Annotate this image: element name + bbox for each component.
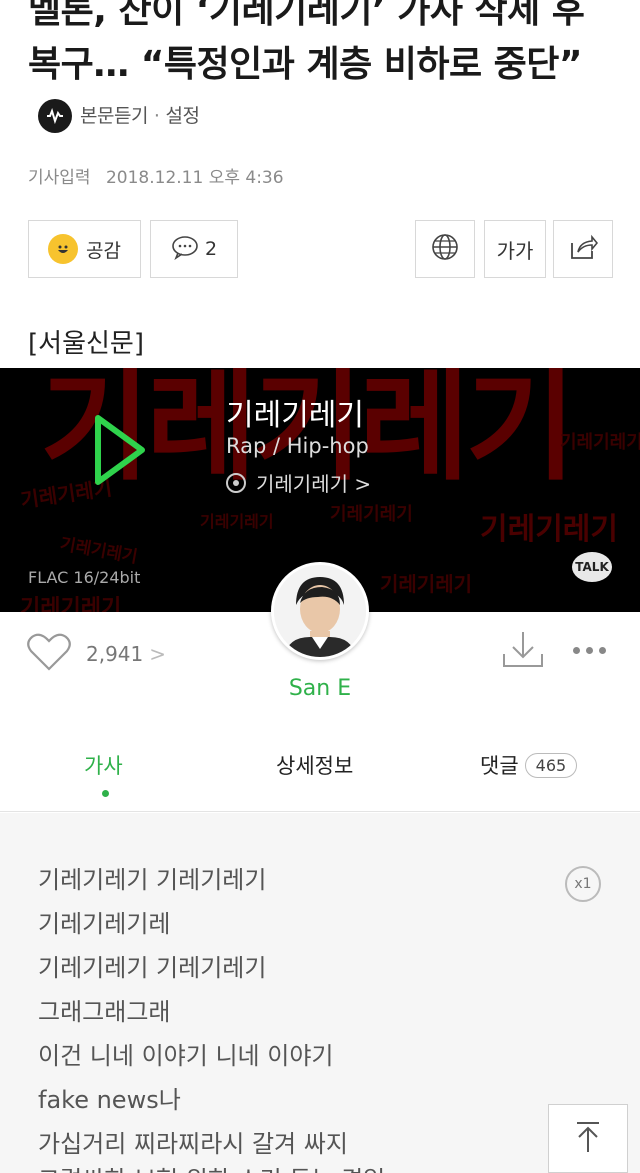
artist-avatar[interactable] <box>271 562 369 660</box>
like-count: 2,941 > <box>86 642 166 666</box>
artist-name[interactable]: San E <box>0 676 640 701</box>
article-source: [서울신문] <box>28 329 144 359</box>
lyrics-repeat-badge[interactable]: x1 <box>565 866 601 902</box>
active-tab-indicator <box>102 790 109 797</box>
lyric-line: 기레기레기레 <box>38 910 171 938</box>
lyric-line: 이건 니네 이야기 니네 이야기 <box>38 1042 334 1070</box>
like-button[interactable]: 공감 <box>28 220 141 278</box>
lyric-line: fake news나 <box>38 1086 181 1114</box>
talk-label: TALK <box>575 560 609 574</box>
kakao-talk-share-button[interactable]: TALK <box>572 552 612 582</box>
font-size-label: 가가 <box>496 238 534 263</box>
speech-bubble-icon <box>171 234 199 265</box>
share-icon <box>568 233 599 266</box>
like-count-chevron: > <box>149 642 167 666</box>
play-button[interactable] <box>92 412 148 492</box>
globe-icon <box>430 232 460 267</box>
article-headline: 멜론, 산이 ‘기레기레기’ 가사 삭제 후 복구… “특정인과 계층 비하로 … <box>28 0 628 146</box>
tab-comments[interactable]: 댓글 465 <box>480 750 578 780</box>
settings-link[interactable]: 설정 <box>165 101 199 131</box>
song-like[interactable]: 2,941 > <box>26 632 166 676</box>
album-disc-icon <box>226 472 246 493</box>
song-title: 기레기레기 <box>226 398 364 433</box>
banner-bg-word: 기레기레기 <box>20 596 122 612</box>
heart-icon[interactable] <box>26 632 72 676</box>
banner-bg-word: 기레기레기 <box>330 504 413 525</box>
globe-button[interactable] <box>415 220 475 278</box>
lyric-line: 가십거리 찌라찌라시 갈겨 싸지 <box>38 1130 348 1158</box>
album-link[interactable]: 기레기레기 > <box>226 468 371 497</box>
tab-detail-label: 상세정보 <box>276 754 354 778</box>
song-tabs: 가사 상세정보 댓글 465 <box>0 742 640 812</box>
article-date: 기사입력 2018.12.11 오후 4:36 <box>28 163 284 188</box>
banner-bg-word: 기레기레기 <box>58 534 139 568</box>
date-label: 기사입력 <box>28 168 91 188</box>
more-options-icon[interactable] <box>573 647 606 654</box>
listen-audio-icon[interactable] <box>38 99 72 133</box>
scroll-to-top-button[interactable] <box>548 1104 628 1173</box>
banner-bg-word: 기레기레기 <box>380 572 472 596</box>
listen-controls: 본문듣기 · 설정 <box>38 99 200 133</box>
lyric-line: 그럴싸한 보험 위한 소리 듣는 격일 <box>38 1160 385 1173</box>
song-genre: Rap / Hip-hop <box>226 434 369 458</box>
smile-emoji-icon <box>48 234 79 264</box>
comment-button[interactable]: 2 <box>150 220 238 278</box>
headline-text: 멜론, 산이 ‘기레기레기’ 가사 삭제 후 복구… “특정인과 계층 비하로 … <box>28 0 585 85</box>
date-value: 2018.12.11 오후 4:36 <box>105 168 284 188</box>
arrow-up-icon <box>571 1120 605 1158</box>
listen-button[interactable]: 본문듣기 <box>80 101 148 131</box>
tab-lyrics[interactable]: 가사 <box>84 750 123 797</box>
separator: · <box>153 105 160 127</box>
like-count-value: 2,941 <box>86 642 144 666</box>
audio-quality: FLAC 16/24bit <box>28 568 141 587</box>
banner-bg-word: 기레기레기 <box>480 512 618 547</box>
tab-comments-label: 댓글 <box>480 754 519 778</box>
lyric-line: 기레기레기 기레기레기 <box>38 954 267 982</box>
tab-detail[interactable]: 상세정보 <box>276 750 353 780</box>
lyric-line: 그래그래그래 <box>38 998 171 1026</box>
lyric-line: 기레기레기 기레기레기 <box>38 866 267 894</box>
share-button[interactable] <box>553 220 613 278</box>
banner-bg-word: 기레기레기 <box>560 432 640 453</box>
like-label: 공감 <box>86 239 121 262</box>
comment-count: 2 <box>204 238 218 260</box>
album-name: 기레기레기 > <box>256 472 372 496</box>
comments-count-badge: 465 <box>524 752 578 778</box>
tab-lyrics-label: 가사 <box>84 754 123 778</box>
font-size-button[interactable]: 가가 <box>484 220 546 278</box>
banner-bg-word: 기레기레기 <box>200 512 274 531</box>
download-icon[interactable] <box>500 628 546 676</box>
